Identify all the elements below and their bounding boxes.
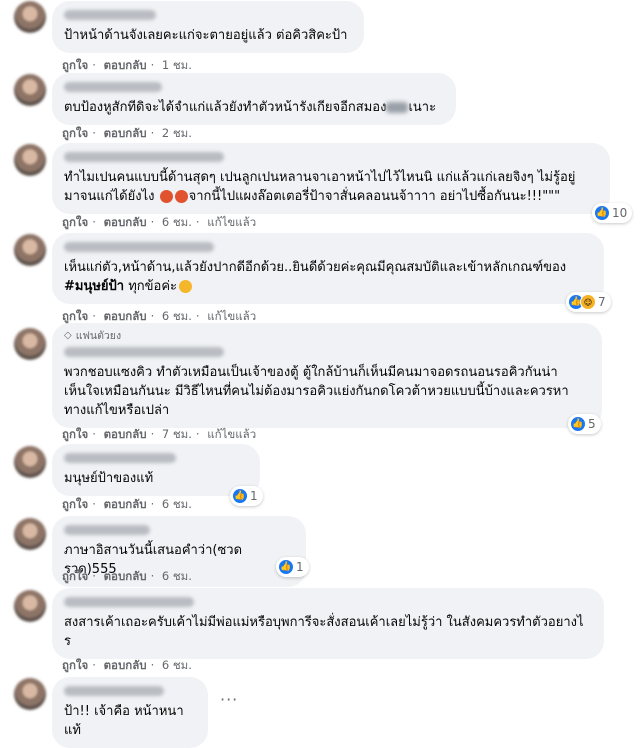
commenter-name-blurred[interactable] (64, 242, 214, 252)
top-fan-badge[interactable]: ◇ แฟนตัวยง (64, 327, 590, 344)
comment-text: เห็นแก่ตัว,หน้าด้าน,แล้วยังปากดีอีกด้วย.… (64, 260, 567, 294)
reaction-summary[interactable]: 👍 10 (592, 203, 633, 223)
avatar[interactable] (14, 74, 46, 106)
comment-text: สงสารเค้าเถอะครับเค้าไม่มีพ่อแม่หรือบุพก… (64, 615, 584, 649)
like-link[interactable]: ถูกใจ (62, 569, 88, 583)
timestamp[interactable]: 6 ชม. (162, 658, 192, 672)
comment-bubble: ทำไมเปนคนแบบนี้ด้านสุดๆ เปนลูกเปนหลานจาเ… (52, 143, 610, 214)
fan-diamond-icon: ◇ (64, 330, 72, 341)
comment-bubble: มนุษย์ป้าของแท้ (52, 444, 260, 496)
comment-bubble: สงสารเค้าเถอะครับเค้าไม่มีพ่อแม่หรือบุพก… (52, 588, 604, 659)
avatar[interactable] (14, 328, 46, 360)
comment-text: ป้าหน้าด้านจังเลยคะแก่จะตายอยู่แล้ว ต่อค… (64, 28, 348, 43)
edited-label[interactable]: แก้ไขแล้ว (207, 215, 256, 229)
angry-emoji-icon (174, 190, 188, 203)
reaction-count: 10 (612, 206, 628, 220)
timestamp[interactable]: 6 ชม. (162, 309, 192, 323)
reply-link[interactable]: ตอบกลับ (104, 427, 147, 441)
censored-word (386, 102, 409, 113)
hashtag-link[interactable]: #มนุษย์ป้า (64, 279, 124, 294)
comment-text: พวกชอบแซงคิว ทำตัวเหมือนเป็นเจ้าของตู้ ต… (64, 365, 569, 418)
edited-label[interactable]: แก้ไขแล้ว (207, 427, 256, 441)
like-link[interactable]: ถูกใจ (62, 309, 88, 323)
edited-label[interactable]: แก้ไขแล้ว (207, 309, 256, 323)
timestamp[interactable]: 6 ชม. (162, 569, 192, 583)
comment-text: ทำไมเปนคนแบบนี้ด้านสุดๆ เปนลูกเปนหลานจาเ… (64, 170, 576, 204)
comment-actions: ถูกใจ · ตอบกลับ · 6 ชม. (62, 569, 192, 583)
commenter-name-blurred[interactable] (64, 597, 194, 607)
comment-bubble: เห็นแก่ตัว,หน้าด้าน,แล้วยังปากดีอีกด้วย.… (52, 233, 604, 304)
comment-actions: ถูกใจ · ตอบกลับ · 6 ชม. · แก้ไขแล้ว (62, 215, 257, 229)
reaction-count: 1 (296, 560, 304, 574)
reply-link[interactable]: ตอบกลับ (104, 497, 147, 511)
angry-emoji-icon (159, 190, 173, 203)
commenter-name-blurred[interactable] (64, 686, 164, 696)
reaction-count: 1 (250, 489, 258, 503)
reply-link[interactable]: ตอบกลับ (104, 569, 147, 583)
avatar[interactable] (14, 234, 46, 266)
like-reaction-icon: 👍 (232, 488, 248, 504)
like-link[interactable]: ถูกใจ (62, 658, 88, 672)
commenter-name-blurred[interactable] (64, 82, 162, 92)
comment-bubble: ◇ แฟนตัวยง พวกชอบแซงคิว ทำตัวเหมือนเป็นเ… (52, 323, 602, 428)
reaction-count: 5 (588, 417, 596, 431)
like-link[interactable]: ถูกใจ (62, 427, 88, 441)
laughing-emoji-icon (179, 280, 193, 293)
like-reaction-icon: 👍 (570, 416, 586, 432)
reaction-summary[interactable]: 👍 1 (230, 486, 263, 506)
like-reaction-icon: 👍 (278, 559, 294, 575)
badge-label: แฟนตัวยง (75, 330, 122, 342)
comment-text: มนุษย์ป้าของแท้ (64, 471, 154, 486)
reaction-summary[interactable]: 👍 1 (276, 557, 309, 577)
timestamp[interactable]: 6 ชม. (162, 215, 192, 229)
like-link[interactable]: ถูกใจ (62, 58, 88, 72)
commenter-name-blurred[interactable] (64, 525, 150, 535)
more-options-icon[interactable]: ··· (220, 690, 238, 709)
comment-text: ตบป้องหูสักทีดิจะได้จำแก่แล้วยังทำตัวหน้… (64, 100, 437, 115)
avatar[interactable] (14, 678, 46, 710)
reaction-count: 7 (598, 295, 606, 309)
commenter-name-blurred[interactable] (64, 10, 156, 20)
haha-reaction-icon: ☺ (580, 294, 596, 310)
like-link[interactable]: ถูกใจ (62, 497, 88, 511)
timestamp[interactable]: 7 ชม. (162, 427, 192, 441)
comment-actions: ถูกใจ · ตอบกลับ · 6 ชม. (62, 497, 192, 511)
comment-text: ป้า!! เจ้าคือ หน้าหนาแท้ (64, 704, 184, 738)
avatar[interactable] (14, 590, 46, 622)
avatar[interactable] (14, 144, 46, 176)
avatar[interactable] (14, 1, 46, 33)
reply-link[interactable]: ตอบกลับ (104, 58, 147, 72)
avatar[interactable] (14, 446, 46, 478)
comment-actions: ถูกใจ · ตอบกลับ · 2 ชม. (62, 126, 192, 140)
comment-actions: ถูกใจ · ตอบกลับ · 6 ชม. (62, 658, 192, 672)
commenter-name-blurred[interactable] (64, 152, 224, 162)
reaction-summary[interactable]: 👍 ☺ 7 (566, 292, 611, 312)
comment-bubble: ป้า!! เจ้าคือ หน้าหนาแท้ (52, 677, 208, 748)
timestamp[interactable]: 2 ชม. (162, 126, 192, 140)
timestamp[interactable]: 1 ชม. (162, 58, 192, 72)
reply-link[interactable]: ตอบกลับ (104, 126, 147, 140)
commenter-name-blurred[interactable] (64, 347, 224, 357)
comment-bubble: ป้าหน้าด้านจังเลยคะแก่จะตายอยู่แล้ว ต่อค… (52, 1, 364, 53)
avatar[interactable] (14, 518, 46, 550)
like-link[interactable]: ถูกใจ (62, 215, 88, 229)
like-reaction-icon: 👍 (594, 205, 610, 221)
reaction-summary[interactable]: 👍 5 (568, 414, 601, 434)
reply-link[interactable]: ตอบกลับ (104, 658, 147, 672)
timestamp[interactable]: 6 ชม. (162, 497, 192, 511)
commenter-name-blurred[interactable] (64, 453, 176, 463)
comment-bubble: ตบป้องหูสักทีดิจะได้จำแก่แล้วยังทำตัวหน้… (52, 73, 456, 125)
like-link[interactable]: ถูกใจ (62, 126, 88, 140)
comment-actions: ถูกใจ · ตอบกลับ · 7 ชม. · แก้ไขแล้ว (62, 427, 257, 441)
reply-link[interactable]: ตอบกลับ (104, 215, 147, 229)
reply-link[interactable]: ตอบกลับ (104, 309, 147, 323)
